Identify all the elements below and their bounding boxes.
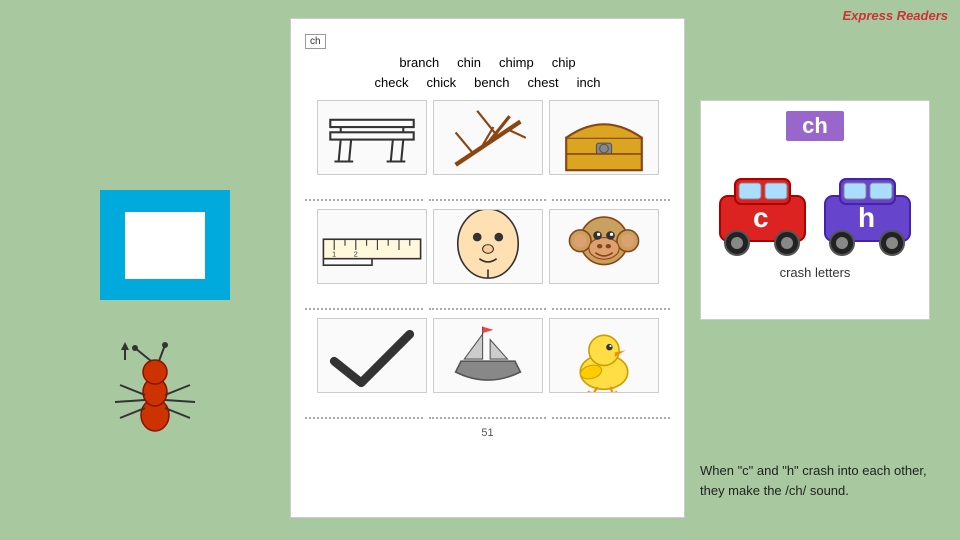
- dotted-line: [552, 401, 670, 419]
- dotted-lines-3: [305, 401, 670, 419]
- check-image: [317, 318, 427, 393]
- boat-image: [433, 318, 543, 393]
- images-row-1: [305, 100, 670, 175]
- crash-letters-label: crash letters: [780, 265, 851, 280]
- word-branch: branch: [399, 53, 439, 73]
- word-list-row-1: branch chin chimp chip: [305, 53, 670, 73]
- cars-svg: c h: [715, 151, 915, 261]
- worksheet-label: ch: [305, 34, 326, 49]
- dotted-line: [429, 292, 547, 310]
- word-chin: chin: [457, 53, 481, 73]
- ch-blue-box: ch: [100, 190, 230, 300]
- word-chest: chest: [528, 73, 559, 93]
- dotted-line: [305, 401, 423, 419]
- svg-text:1: 1: [332, 249, 336, 258]
- word-chick: chick: [426, 73, 456, 93]
- word-inch: inch: [577, 73, 601, 93]
- dotted-line: [429, 183, 547, 201]
- dotted-line: [305, 292, 423, 310]
- dotted-line: [429, 401, 547, 419]
- brand-watermark: Express Readers: [842, 8, 948, 23]
- dotted-lines-1: [305, 183, 670, 201]
- bench-image: [317, 100, 427, 175]
- dotted-line: [552, 183, 670, 201]
- monkey-image: [549, 209, 659, 284]
- dotted-lines-2: [305, 292, 670, 310]
- dotted-line: [552, 292, 670, 310]
- crash-panel: ch c h crash letters: [700, 100, 930, 320]
- word-chimp: chimp: [499, 53, 534, 73]
- svg-text:c: c: [753, 202, 769, 233]
- word-chip: chip: [552, 53, 576, 73]
- svg-text:2: 2: [353, 249, 357, 258]
- word-bench: bench: [474, 73, 509, 93]
- page-number: 51: [305, 427, 670, 439]
- ant-illustration: [100, 340, 210, 440]
- branch-image: [433, 100, 543, 175]
- svg-text:h: h: [858, 202, 875, 233]
- worksheet-panel: ch branch chin chimp chip check chick be…: [290, 18, 685, 518]
- word-check: check: [375, 73, 409, 93]
- chick-image: [549, 318, 659, 393]
- word-list: branch chin chimp chip check chick bench…: [305, 53, 670, 92]
- face-image: [433, 209, 543, 284]
- ruler-image: 1 2: [317, 209, 427, 284]
- dotted-line: [305, 183, 423, 201]
- description-text: When "c" and "h" crash into each other, …: [700, 461, 930, 500]
- chest-image: [549, 100, 659, 175]
- ch-text: ch: [125, 212, 205, 279]
- word-list-row-2: check chick bench chest inch: [305, 73, 670, 93]
- images-row-2: 1 2: [305, 209, 670, 284]
- images-row-3: [305, 318, 670, 393]
- crash-ch-label: ch: [786, 111, 844, 141]
